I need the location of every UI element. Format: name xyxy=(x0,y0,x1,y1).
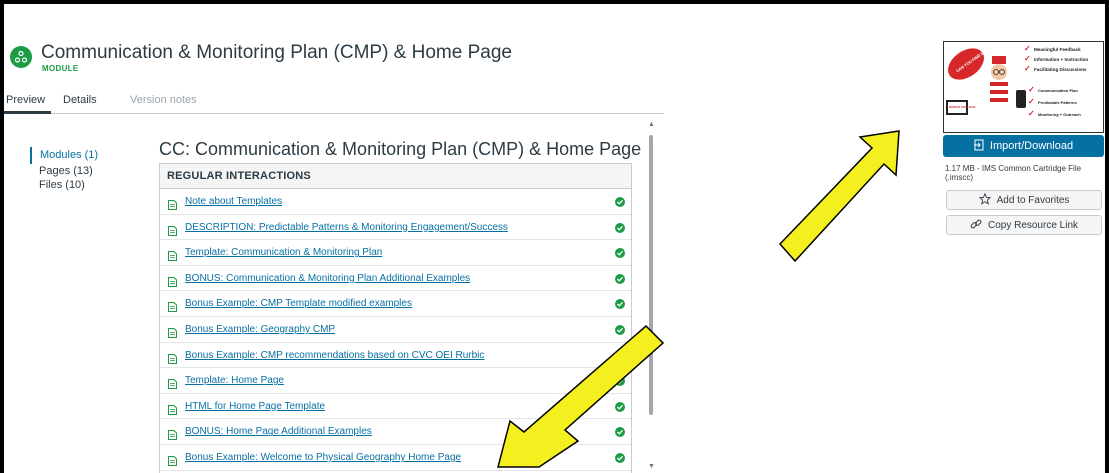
module-item-link[interactable]: Bonus Example: Geography CMP xyxy=(185,324,335,335)
module-item-link[interactable]: HTML for Home Page Template xyxy=(185,401,325,412)
complete-check-icon xyxy=(615,222,625,233)
preview-title: CC: Communication & Monitoring Plan (CMP… xyxy=(159,139,642,159)
svg-text:✓: ✓ xyxy=(1024,44,1031,53)
complete-check-icon xyxy=(615,324,625,335)
copy-resource-link-button[interactable]: Copy Resource Link xyxy=(946,215,1102,235)
module-item-row[interactable]: Bonus Example: CMP recommendations based… xyxy=(160,343,631,369)
svg-text:✓: ✓ xyxy=(1028,85,1035,94)
svg-text:✓: ✓ xyxy=(1024,64,1031,73)
thumbnail-bullet-top-2: Information + Instruction xyxy=(1034,57,1088,62)
copy-resource-link-label: Copy Resource Link xyxy=(987,219,1079,231)
complete-check-icon xyxy=(615,273,625,284)
scroll-thumb[interactable] xyxy=(649,135,653,415)
tab-version-notes[interactable]: Version notes xyxy=(130,94,197,106)
module-item-row[interactable]: BONUS: Communication & Monitoring Plan A… xyxy=(160,266,631,292)
page-icon xyxy=(168,402,177,415)
preview-scrollbar[interactable]: ▲ ▼ xyxy=(648,121,655,473)
app-window: Communication & Monitoring Plan (CMP) & … xyxy=(4,4,1105,473)
toc-item-files[interactable]: Files (10) xyxy=(30,178,98,192)
toc-item-modules[interactable]: Modules (1) xyxy=(30,147,98,164)
page-icon xyxy=(168,248,177,262)
module-item-link[interactable]: Bonus Example: CMP Template modified exa… xyxy=(185,298,412,309)
active-tab-indicator xyxy=(4,111,51,114)
svg-text:✓: ✓ xyxy=(1024,54,1031,63)
scroll-up-arrow-icon[interactable]: ▲ xyxy=(648,121,655,128)
page-icon xyxy=(168,453,177,466)
page-icon xyxy=(168,197,177,210)
thumbnail-bullet-bottom-1: Communication Plan xyxy=(1038,88,1078,93)
module-item-row[interactable]: Template: Communication & Monitoring Pla… xyxy=(160,240,631,266)
complete-check-icon xyxy=(615,248,625,259)
module-item-link[interactable]: DESCRIPTION: Predictable Patterns & Moni… xyxy=(185,222,508,233)
svg-text:✓: ✓ xyxy=(1028,97,1035,106)
page-icon xyxy=(168,376,177,390)
complete-check-icon xyxy=(615,299,625,310)
complete-check-icon xyxy=(615,197,625,207)
complete-check-icon xyxy=(615,401,625,412)
module-item-link[interactable]: Bonus Example: Welcome to Physical Geogr… xyxy=(185,452,461,463)
module-item-row[interactable]: BONUS: Home Page Additional Examples xyxy=(160,419,631,445)
page-icon xyxy=(168,351,177,364)
module-item-link[interactable]: Bonus Example: CMP recommendations based… xyxy=(185,350,484,361)
thumbnail-bullet-bottom-2: Predictable Patterns xyxy=(1038,100,1077,105)
module-item-link[interactable]: Template: Communication & Monitoring Pla… xyxy=(185,247,382,258)
star-icon xyxy=(978,192,991,208)
scroll-down-arrow-icon[interactable]: ▼ xyxy=(648,463,655,470)
add-to-favorites-label: Add to Favorites xyxy=(996,194,1070,206)
complete-check-icon xyxy=(615,427,625,438)
tab-preview[interactable]: Preview xyxy=(6,94,45,106)
annotation-arrow-upper xyxy=(778,130,900,263)
complete-check-icon xyxy=(615,376,625,387)
module-item-row[interactable]: Template: Home Page xyxy=(160,368,631,394)
resource-thumbnail: CAN YOU FIND ME ONLINE? NORCO COLLEGE ✓ … xyxy=(943,41,1104,133)
thumbnail-bullet-top-3: Facilitating Discussions xyxy=(1034,67,1087,72)
thumbnail-bullet-top-1: Meaningful Feedback xyxy=(1034,47,1081,52)
page-icon xyxy=(168,223,177,236)
preview-toc: Modules (1) Pages (13) Files (10) xyxy=(30,147,98,192)
module-item-link[interactable]: Template: Home Page xyxy=(185,375,284,386)
page-icon xyxy=(168,299,177,313)
thumbnail-bullet-bottom-3: Monitoring + Outreach xyxy=(1038,112,1081,117)
page-icon xyxy=(168,325,177,338)
module-item-link[interactable]: BONUS: Home Page Additional Examples xyxy=(185,426,372,437)
file-meta: 1.17 MB - IMS Common Cartridge File (.im… xyxy=(945,164,1082,182)
import-download-button[interactable]: Import/Download xyxy=(943,135,1104,157)
module-list: REGULAR INTERACTIONS Note about Template… xyxy=(159,163,632,473)
module-item-row[interactable]: Note about Templates xyxy=(160,189,631,215)
toc-item-pages[interactable]: Pages (13) xyxy=(30,164,98,178)
module-item-row[interactable]: Bonus Example: Welcome to Physical Geogr… xyxy=(160,445,631,471)
add-to-favorites-button[interactable]: Add to Favorites xyxy=(946,190,1102,210)
page-icon xyxy=(168,274,177,287)
module-item-link[interactable]: BONUS: Communication & Monitoring Plan A… xyxy=(185,273,470,284)
module-icon xyxy=(10,46,32,68)
import-download-label: Import/Download xyxy=(989,140,1074,152)
import-icon xyxy=(973,139,985,154)
module-item-row[interactable]: Bonus Example: CMP Template modified exa… xyxy=(160,291,631,317)
module-item-row[interactable]: Bonus Example: Geography CMP xyxy=(160,317,631,343)
preview-pane: Modules (1) Pages (13) Files (10) CC: Co… xyxy=(4,115,664,473)
module-item-link[interactable]: Note about Templates xyxy=(185,196,282,207)
resource-type-badge: MODULE xyxy=(42,64,79,73)
tab-bar: Preview Details Version notes xyxy=(4,92,664,114)
module-item-row[interactable]: HTML for Home Page Template xyxy=(160,394,631,420)
thumbnail-college-text: NORCO COLLEGE xyxy=(949,105,976,109)
module-section-header: REGULAR INTERACTIONS xyxy=(160,164,631,189)
tab-details[interactable]: Details xyxy=(63,94,97,106)
page-title: Communication & Monitoring Plan (CMP) & … xyxy=(41,42,512,63)
svg-text:✓: ✓ xyxy=(1028,109,1035,118)
complete-check-icon xyxy=(615,452,625,463)
page-icon xyxy=(168,427,177,441)
complete-check-icon xyxy=(615,350,625,361)
link-icon xyxy=(970,218,982,233)
module-item-row[interactable]: DESCRIPTION: Predictable Patterns & Moni… xyxy=(160,215,631,241)
